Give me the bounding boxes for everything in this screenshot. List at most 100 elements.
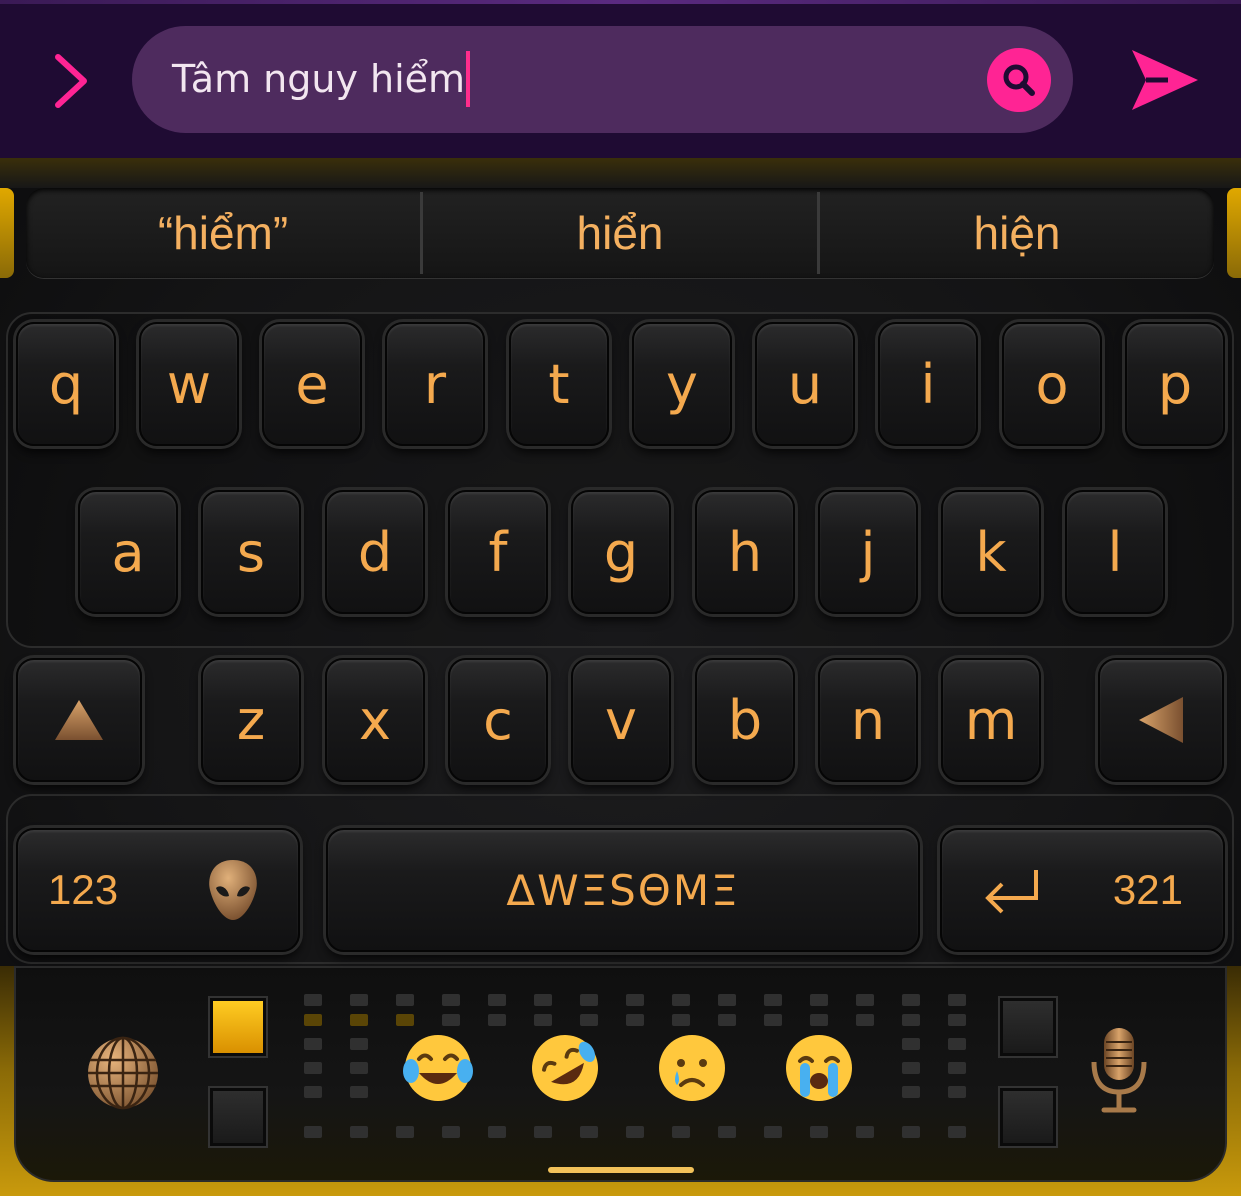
key-b[interactable]: b <box>695 658 795 782</box>
suggestion-item[interactable]: hiển <box>423 188 817 278</box>
key-label: w <box>166 352 212 416</box>
shift-key[interactable] <box>16 658 142 782</box>
key-j[interactable]: j <box>818 490 918 614</box>
top-input-bar: Tâm nguy hiểm <box>0 0 1241 158</box>
key-g[interactable]: g <box>571 490 671 614</box>
send-button[interactable] <box>1124 40 1204 120</box>
grille-dot <box>488 994 506 1006</box>
key-w[interactable]: w <box>139 322 239 446</box>
key-s[interactable]: s <box>201 490 301 614</box>
grille-dot <box>672 994 690 1006</box>
key-p[interactable]: p <box>1125 322 1225 446</box>
grille-dot <box>948 1062 966 1074</box>
grille-dot <box>304 1038 322 1050</box>
globe-icon <box>88 1036 158 1110</box>
grille-dot <box>902 1062 920 1074</box>
suggestion-item[interactable]: “hiểm” <box>26 188 420 278</box>
emoji-tears-of-joy-button[interactable] <box>400 1030 476 1106</box>
key-label: m <box>964 688 1018 752</box>
key-n[interactable]: n <box>818 658 918 782</box>
key-r[interactable]: r <box>385 322 485 446</box>
grille-dot <box>672 1014 690 1026</box>
key-o[interactable]: o <box>1002 322 1102 446</box>
key-label: x <box>359 688 391 752</box>
key-i[interactable]: i <box>878 322 978 446</box>
grille-dot <box>902 1014 920 1026</box>
key-f[interactable]: f <box>448 490 548 614</box>
grille-dot <box>948 1038 966 1050</box>
grille-dot <box>672 1126 690 1138</box>
text-caret <box>466 51 471 107</box>
reverse-numbers-label: 321 <box>1112 866 1183 913</box>
key-label: a <box>111 520 145 584</box>
grille-dot <box>304 1126 322 1138</box>
expand-toolbar-button[interactable] <box>42 48 98 114</box>
key-v[interactable]: v <box>571 658 671 782</box>
gold-trim-left <box>0 188 14 278</box>
grille-dot <box>304 1062 322 1074</box>
key-label: y <box>666 352 698 416</box>
key-y[interactable]: y <box>632 322 732 446</box>
key-e[interactable]: e <box>262 322 362 446</box>
grille-dot <box>718 994 736 1006</box>
key-label: n <box>850 688 886 752</box>
emoji-rofl-button[interactable] <box>527 1030 603 1106</box>
key-label: h <box>727 520 763 584</box>
search-button[interactable] <box>987 48 1051 112</box>
key-u[interactable]: u <box>755 322 855 446</box>
grille-dot <box>396 1126 414 1138</box>
key-label: r <box>423 352 447 416</box>
grille-dot <box>350 1014 368 1026</box>
grille-dot <box>856 994 874 1006</box>
shift-triangle-icon <box>55 700 103 740</box>
emoji-crying-button[interactable] <box>654 1030 730 1106</box>
key-label: p <box>1157 352 1193 416</box>
key-k[interactable]: k <box>941 490 1041 614</box>
key-h[interactable]: h <box>695 490 795 614</box>
grille-dot <box>350 1038 368 1050</box>
key-x[interactable]: x <box>325 658 425 782</box>
key-label: i <box>920 352 936 416</box>
enter-icon <box>985 870 1038 914</box>
key-t[interactable]: t <box>509 322 609 446</box>
grille-dot <box>396 994 414 1006</box>
key-label: c <box>483 688 513 752</box>
input-text: Tâm nguy hiểm <box>172 51 471 107</box>
grille-dot <box>902 1086 920 1098</box>
alien-icon <box>209 860 257 920</box>
grille-dot <box>580 1126 598 1138</box>
grille-dot <box>304 994 322 1006</box>
numbers-emoji-key[interactable]: 123 <box>16 828 300 952</box>
text-input-field[interactable]: Tâm nguy hiểm <box>132 26 1073 133</box>
language-button[interactable] <box>86 1036 160 1110</box>
voice-input-button[interactable] <box>1088 1026 1150 1116</box>
microphone-icon <box>1091 1028 1147 1113</box>
key-label: v <box>605 688 637 752</box>
grille-dot <box>948 994 966 1006</box>
key-m[interactable]: m <box>941 658 1041 782</box>
key-d[interactable]: d <box>325 490 425 614</box>
grille-dot <box>396 1014 414 1026</box>
suggestion-item[interactable]: hiện <box>820 188 1214 278</box>
key-q[interactable]: q <box>16 322 116 446</box>
emoji-loudly-crying-button[interactable] <box>781 1030 857 1106</box>
key-c[interactable]: c <box>448 658 548 782</box>
grille-dot <box>810 1014 828 1026</box>
key-z[interactable]: z <box>201 658 301 782</box>
grille-dot <box>810 994 828 1006</box>
backspace-key[interactable] <box>1098 658 1224 782</box>
grille-dot <box>626 1014 644 1026</box>
key-a[interactable]: a <box>78 490 178 614</box>
space-key[interactable]: ΔWΞSΘMΞ <box>326 828 920 952</box>
grille-dot <box>534 1014 552 1026</box>
face-with-tears-of-joy-icon <box>403 1035 473 1101</box>
key-l[interactable]: l <box>1065 490 1165 614</box>
grille-dot <box>856 1126 874 1138</box>
key-label: l <box>1107 520 1123 584</box>
enter-key[interactable]: 321 <box>940 828 1225 952</box>
grille-dot <box>856 1014 874 1026</box>
key-label: f <box>488 520 508 584</box>
grille-dot <box>534 994 552 1006</box>
indicator-lamp <box>1000 998 1056 1056</box>
grille-dot <box>948 1086 966 1098</box>
